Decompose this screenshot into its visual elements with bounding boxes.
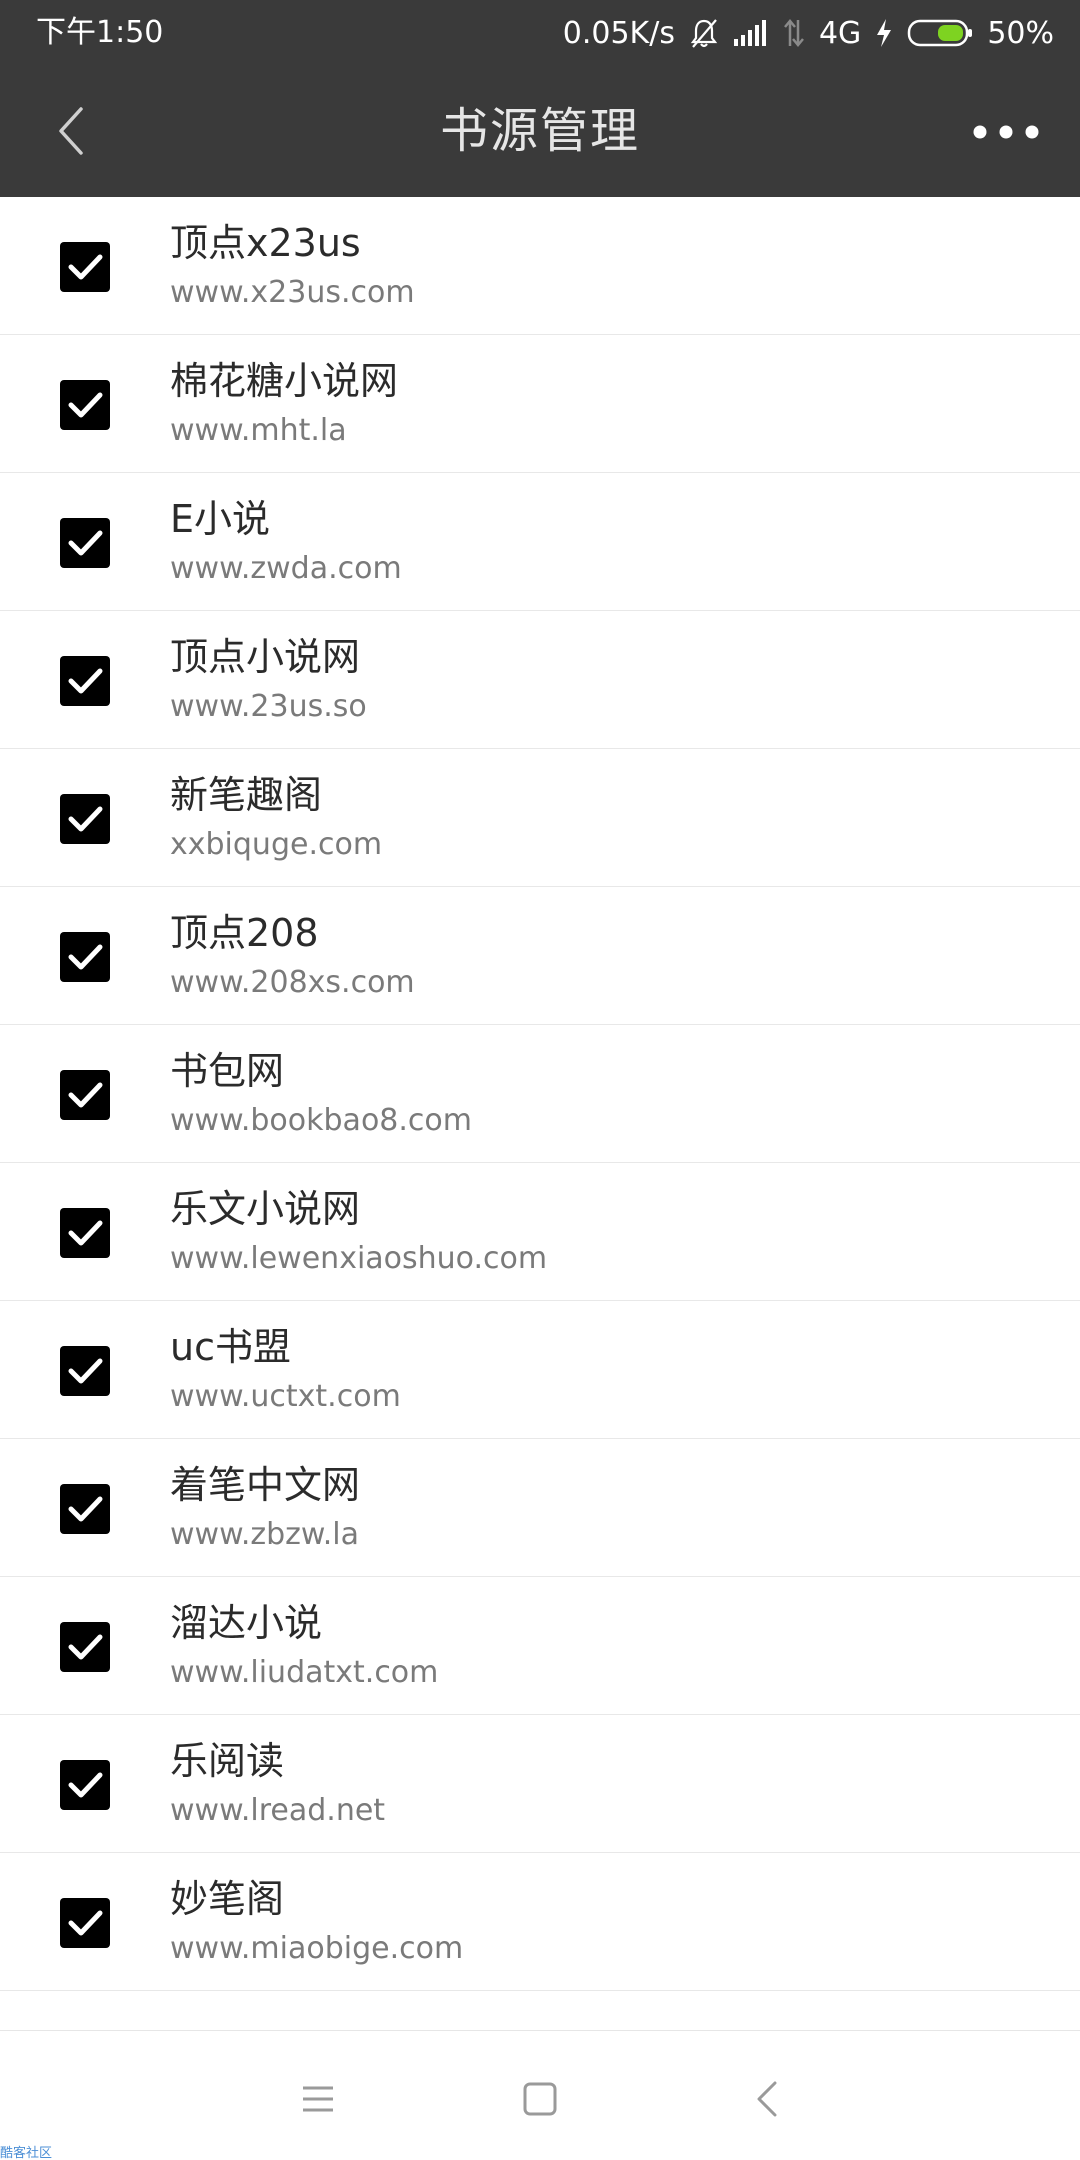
battery-icon: [907, 18, 973, 48]
status-indicators: 0.05K/s 4G 50%: [563, 12, 1054, 54]
list-item[interactable]: 棉花糖小说网 www.mht.la: [0, 335, 1080, 473]
source-name: 顶点208: [170, 911, 319, 955]
source-url: www.lewenxiaoshuo.com: [170, 1241, 548, 1276]
source-name: E小说: [170, 497, 271, 541]
list-item[interactable]: 顶点小说网 www.23us.so: [0, 611, 1080, 749]
source-name: 妙笔阁: [170, 1877, 285, 1921]
checkmark-icon: [68, 668, 103, 694]
checkmark-icon: [68, 1358, 103, 1384]
source-name: 书包网: [170, 1049, 285, 1093]
source-url: www.uctxt.com: [170, 1379, 401, 1414]
checkmark-icon: [68, 1634, 103, 1660]
source-url: www.miaobige.com: [170, 1931, 464, 1966]
menu-icon: [303, 2086, 333, 2112]
source-checkbox[interactable]: [60, 656, 110, 706]
checkmark-icon: [68, 392, 103, 418]
list-item[interactable]: E小说 www.zwda.com: [0, 473, 1080, 611]
navigation-bar: [0, 2030, 1080, 2160]
source-url: www.bookbao8.com: [170, 1103, 472, 1138]
checkmark-icon: [68, 1910, 103, 1936]
checkmark-icon: [68, 1496, 103, 1522]
source-name: 顶点小说网: [170, 635, 361, 679]
checkmark-icon: [68, 944, 103, 970]
list-item[interactable]: 顶点208 www.208xs.com: [0, 887, 1080, 1025]
signal-icon: [733, 19, 769, 47]
source-checkbox[interactable]: [60, 932, 110, 982]
list-item[interactable]: 溜达小说 www.liudatxt.com: [0, 1577, 1080, 1715]
source-url: xxbiquge.com: [170, 827, 383, 862]
source-name: 溜达小说: [170, 1601, 323, 1645]
source-name: 着笔中文网: [170, 1463, 361, 1507]
list-item[interactable]: 妙笔阁 www.miaobige.com: [0, 1853, 1080, 1991]
app-toolbar: 书源管理: [0, 66, 1080, 197]
source-name: 棉花糖小说网: [170, 359, 399, 403]
source-checkbox[interactable]: [60, 1484, 110, 1534]
data-arrows-icon: [783, 18, 805, 48]
source-url: www.lread.net: [170, 1793, 386, 1828]
list-item[interactable]: 顶点x23us www.x23us.com: [0, 197, 1080, 335]
source-name: 乐文小说网: [170, 1187, 361, 1231]
source-checkbox[interactable]: [60, 242, 110, 292]
home-icon: [523, 2082, 557, 2116]
source-url: www.23us.so: [170, 689, 367, 724]
checkmark-icon: [68, 1220, 103, 1246]
source-name: 乐阅读: [170, 1739, 285, 1783]
watermark: 酷客社区: [0, 2146, 53, 2160]
checkmark-icon: [68, 254, 103, 280]
bell-off-icon: [689, 17, 719, 49]
source-checkbox[interactable]: [60, 1898, 110, 1948]
status-bar: 下午1:50 0.05K/s 4G 50%: [0, 0, 1080, 66]
source-checkbox[interactable]: [60, 1070, 110, 1120]
source-checkbox[interactable]: [60, 1622, 110, 1672]
more-options-button[interactable]: [966, 102, 1046, 162]
menu-button[interactable]: [288, 2069, 348, 2129]
list-item[interactable]: 着笔中文网 www.zbzw.la: [0, 1439, 1080, 1577]
source-checkbox[interactable]: [60, 794, 110, 844]
network-type: 4G: [818, 15, 862, 51]
source-url: www.x23us.com: [170, 275, 415, 310]
source-checkbox[interactable]: [60, 518, 110, 568]
source-list: 顶点x23us www.x23us.com 棉花糖小说网 www.mht.la E小说 w…: [0, 197, 1080, 1991]
page-title: 书源管理: [439, 103, 640, 159]
source-name: 顶点x23us: [170, 221, 361, 265]
list-item[interactable]: 新笔趣阁 xxbiquge.com: [0, 749, 1080, 887]
more-horizontal-icon: [973, 125, 1039, 139]
list-item[interactable]: 乐阅读 www.lread.net: [0, 1715, 1080, 1853]
list-item[interactable]: 书包网 www.bookbao8.com: [0, 1025, 1080, 1163]
checkmark-icon: [68, 1772, 103, 1798]
checkmark-icon: [68, 1082, 103, 1108]
source-checkbox[interactable]: [60, 1760, 110, 1810]
list-item[interactable]: 乐文小说网 www.lewenxiaoshuo.com: [0, 1163, 1080, 1301]
back-icon: [757, 2081, 777, 2117]
battery-percent: 50%: [987, 15, 1054, 51]
home-button[interactable]: [510, 2069, 570, 2129]
source-checkbox[interactable]: [60, 1346, 110, 1396]
source-name: uc书盟: [170, 1325, 291, 1369]
screen: 下午1:50 0.05K/s 4G 50% 书源管理 顶点x23us www.x…: [0, 0, 1080, 2160]
list-item[interactable]: uc书盟 www.uctxt.com: [0, 1301, 1080, 1439]
source-url: www.mht.la: [170, 413, 347, 448]
status-time: 下午1:50: [36, 15, 164, 50]
source-url: www.liudatxt.com: [170, 1655, 439, 1690]
source-url: www.zbzw.la: [170, 1517, 359, 1552]
nav-back-button[interactable]: [737, 2069, 797, 2129]
charging-icon: [875, 18, 893, 48]
source-checkbox[interactable]: [60, 1208, 110, 1258]
source-url: www.208xs.com: [170, 965, 415, 1000]
source-url: www.zwda.com: [170, 551, 402, 586]
source-name: 新笔趣阁: [170, 773, 323, 817]
checkmark-icon: [68, 530, 103, 556]
checkmark-icon: [68, 806, 103, 832]
source-checkbox[interactable]: [60, 380, 110, 430]
network-speed: 0.05K/s: [562, 15, 675, 51]
